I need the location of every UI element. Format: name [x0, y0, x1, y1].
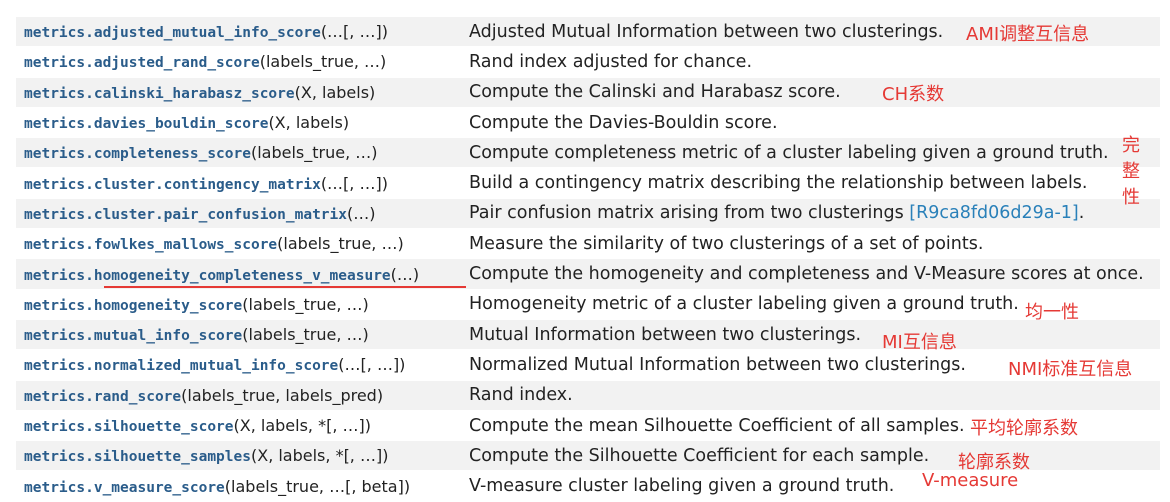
- signature: (…[, …]): [320, 22, 388, 42]
- table-row: metrics.calinski_harabasz_score(X, label…: [16, 76, 1160, 108]
- signature: (labels_true, …): [277, 234, 404, 254]
- function-link[interactable]: metrics.normalized_mutual_info_score: [24, 358, 338, 374]
- annotation-silhouette-mean: 平均轮廓系数: [970, 418, 1078, 439]
- function-link[interactable]: metrics.silhouette_score: [24, 419, 234, 435]
- signature: (labels_true, …): [259, 52, 387, 72]
- function-cell: metrics.mutual_info_score(labels_true, ……: [16, 318, 461, 350]
- description: Build a contingency matrix describing th…: [461, 167, 1160, 199]
- function-cell: metrics.rand_score(labels_true, labels_p…: [16, 379, 461, 411]
- annotation-v-measure: V-measure: [922, 470, 1019, 491]
- function-link[interactable]: metrics.fowlkes_mallows_score: [24, 237, 277, 253]
- table-row: metrics.adjusted_rand_score(labels_true,…: [16, 46, 1160, 78]
- citation-link[interactable]: [R9ca8fd06d29a-1]: [909, 203, 1079, 223]
- description: Rand index adjusted for chance.: [461, 46, 1160, 78]
- description: V-measure cluster labeling given a groun…: [461, 470, 1160, 501]
- description: Compute the homogeneity and completeness…: [461, 258, 1160, 290]
- function-link[interactable]: metrics.cluster.pair_confusion_matrix: [24, 207, 347, 223]
- function-cell: metrics.adjusted_rand_score(labels_true,…: [16, 46, 461, 78]
- red-underline-annotation: [104, 286, 466, 288]
- description: Compute the Davies-Bouldin score.: [461, 106, 1160, 138]
- annotation-ami: AMI调整互信息: [966, 24, 1090, 45]
- function-link[interactable]: metrics.completeness_score: [24, 146, 251, 162]
- table-row: metrics.mutual_info_score(labels_true, ……: [16, 318, 1160, 350]
- description: Compute the Silhouette Coefficient for e…: [461, 440, 1160, 471]
- description: Pair confusion matrix arising from two c…: [461, 197, 1160, 229]
- signature: (…): [390, 264, 420, 284]
- function-link[interactable]: metrics.davies_bouldin_score: [24, 116, 268, 132]
- table-row: metrics.normalized_mutual_info_score(…[,…: [16, 349, 1160, 381]
- signature: (X, labels): [268, 113, 350, 133]
- description: Measure the similarity of two clustering…: [461, 228, 1160, 259]
- description-text: Pair confusion matrix arising from two c…: [469, 203, 910, 224]
- function-link[interactable]: metrics.rand_score: [24, 389, 181, 405]
- function-link[interactable]: metrics.homogeneity_score: [24, 298, 242, 314]
- description-tail: .: [1078, 203, 1085, 224]
- description: Compute the Calinski and Harabasz score.: [461, 76, 1160, 108]
- signature: (…[, …]): [320, 173, 388, 193]
- description: Mutual Information between two clusterin…: [461, 318, 1160, 350]
- function-link[interactable]: metrics.silhouette_samples: [24, 449, 251, 465]
- function-link[interactable]: metrics.adjusted_mutual_info_score: [24, 25, 321, 41]
- function-cell: metrics.completeness_score(labels_true, …: [16, 137, 461, 168]
- annotation-mi: MI互信息: [882, 332, 957, 353]
- annotation-homogeneity: 均一性: [1025, 302, 1079, 323]
- table-row: metrics.cluster.pair_confusion_matrix(…)…: [16, 197, 1160, 229]
- function-cell: metrics.silhouette_samples(X, labels, *[…: [16, 440, 461, 471]
- signature: (labels_true, …): [242, 294, 369, 314]
- signature: (X, labels, *[, …]): [250, 446, 389, 466]
- function-cell: metrics.homogeneity_completeness_v_measu…: [16, 258, 461, 290]
- signature: (…[, …]): [338, 355, 406, 375]
- signature: (labels_true, labels_pred): [181, 385, 384, 405]
- annotation-ch: CH系数: [882, 84, 945, 105]
- function-link[interactable]: metrics.homogeneity_completeness_v_measu…: [24, 268, 391, 284]
- function-link[interactable]: metrics.mutual_info_score: [24, 328, 242, 344]
- table-row: metrics.rand_score(labels_true, labels_p…: [16, 379, 1160, 411]
- function-link[interactable]: metrics.v_measure_score: [24, 480, 225, 496]
- table-row: metrics.fowlkes_mallows_score(labels_tru…: [16, 228, 1160, 259]
- function-link[interactable]: metrics.cluster.contingency_matrix: [24, 177, 321, 193]
- function-cell: metrics.homogeneity_score(labels_true, ……: [16, 288, 461, 320]
- function-cell: metrics.v_measure_score(labels_true, …[,…: [16, 470, 461, 501]
- function-cell: metrics.adjusted_mutual_info_score(…[, ……: [16, 15, 461, 47]
- signature: (…): [347, 203, 376, 223]
- annotation-nmi: NMI标准互信息: [1008, 359, 1133, 380]
- description: Compute completeness metric of a cluster…: [461, 137, 1160, 168]
- function-cell: metrics.davies_bouldin_score(X, labels): [16, 106, 461, 138]
- function-cell: metrics.calinski_harabasz_score(X, label…: [16, 76, 461, 108]
- signature: (labels_true, …[, beta]): [224, 476, 411, 496]
- table-row: metrics.completeness_score(labels_true, …: [16, 137, 1160, 168]
- signature: (labels_true, …): [250, 143, 378, 163]
- function-cell: metrics.cluster.pair_confusion_matrix(…): [16, 197, 461, 229]
- signature: (X, labels, *[, …]): [233, 416, 371, 435]
- table-row: metrics.homogeneity_completeness_v_measu…: [16, 258, 1160, 290]
- function-link[interactable]: metrics.calinski_harabasz_score: [24, 86, 295, 102]
- table-row: metrics.davies_bouldin_score(X, labels) …: [16, 106, 1160, 138]
- function-link[interactable]: metrics.adjusted_rand_score: [24, 55, 260, 71]
- signature: (X, labels): [294, 82, 376, 102]
- function-cell: metrics.fowlkes_mallows_score(labels_tru…: [16, 228, 461, 259]
- signature: (labels_true, …): [242, 325, 369, 345]
- table-row: metrics.cluster.contingency_matrix(…[, ……: [16, 167, 1160, 199]
- function-cell: metrics.cluster.contingency_matrix(…[, ……: [16, 167, 461, 199]
- description: Rand index.: [461, 379, 1160, 411]
- function-cell: metrics.normalized_mutual_info_score(…[,…: [16, 349, 461, 381]
- annotation-completeness: 完整性: [1122, 135, 1140, 208]
- table-row: metrics.homogeneity_score(labels_true, ……: [16, 288, 1160, 320]
- function-cell: metrics.silhouette_score(X, labels, *[, …: [16, 409, 461, 441]
